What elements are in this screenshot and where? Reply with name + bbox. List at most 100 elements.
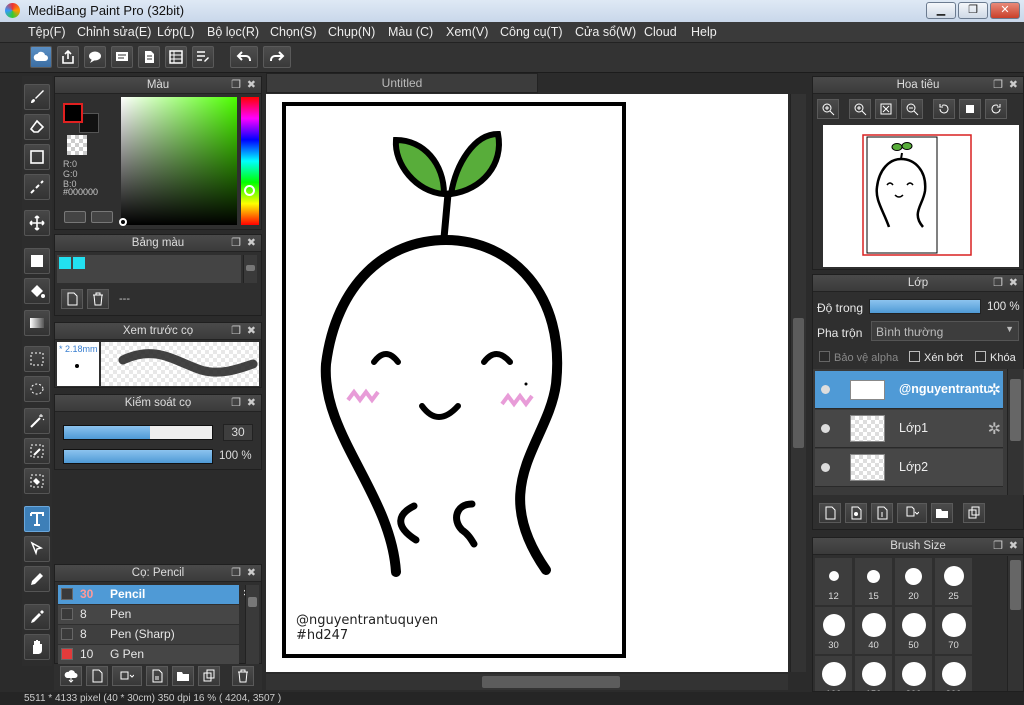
close-icon[interactable]: ✖: [247, 395, 256, 412]
delete-palette-button[interactable]: [87, 289, 109, 309]
divide-tool[interactable]: [24, 566, 50, 592]
zoom-in-alt-button[interactable]: [849, 99, 871, 119]
detach-icon[interactable]: ❐: [231, 77, 241, 94]
delete-brush-button[interactable]: [232, 666, 254, 686]
palette-swatch[interactable]: [59, 257, 71, 269]
layer-item-layer2[interactable]: Lớp2: [815, 449, 1003, 487]
detach-icon[interactable]: ❐: [231, 235, 241, 252]
close-icon[interactable]: ✖: [1009, 538, 1018, 555]
fill-rectangle-tool[interactable]: [24, 248, 50, 274]
detach-icon[interactable]: ❐: [993, 538, 1003, 555]
gear-icon[interactable]: ✲: [988, 380, 1001, 400]
menu-tools[interactable]: Công cụ(T): [500, 25, 563, 39]
brush-size-slider[interactable]: [63, 425, 213, 440]
edit-list-button[interactable]: [192, 46, 214, 68]
brush-size-option[interactable]: 30: [815, 607, 852, 654]
menu-capture[interactable]: Chụp(N): [328, 25, 375, 39]
fit-window-button[interactable]: [875, 99, 897, 119]
protect-alpha-checkbox[interactable]: Bảo vệ alpha: [819, 351, 898, 364]
brush-size-option[interactable]: 12: [815, 558, 852, 605]
layer-opacity-slider[interactable]: [869, 299, 981, 314]
zoom-in-button[interactable]: [817, 99, 839, 119]
brush-size-option[interactable]: 25: [935, 558, 972, 605]
palette-swatch[interactable]: [73, 257, 85, 269]
scrollbar-thumb[interactable]: [482, 676, 620, 688]
close-icon[interactable]: ✖: [247, 235, 256, 252]
foreground-color-swatch[interactable]: [63, 103, 83, 123]
hand-tool[interactable]: [24, 634, 50, 660]
new-layer-button[interactable]: [819, 503, 841, 523]
canvas-horizontal-scrollbar[interactable]: [266, 674, 788, 690]
brush-size-option[interactable]: 15: [855, 558, 892, 605]
brush-size-option[interactable]: 40: [855, 607, 892, 654]
redo-button[interactable]: [263, 46, 291, 68]
new-brush-button[interactable]: [86, 666, 108, 686]
restore-button[interactable]: ❐: [958, 2, 988, 19]
brush-size-value[interactable]: 30: [223, 424, 253, 441]
menu-help[interactable]: Help: [691, 25, 717, 39]
brush-settings-button[interactable]: [146, 666, 168, 686]
hue-cursor[interactable]: [244, 185, 255, 196]
clipping-checkbox[interactable]: Xén bớt: [909, 351, 963, 364]
transparent-color-swatch[interactable]: [67, 135, 87, 155]
shape-tool[interactable]: [24, 144, 50, 170]
menu-layer[interactable]: Lớp(L): [157, 25, 194, 39]
eye-icon[interactable]: [821, 385, 830, 394]
document-button[interactable]: [138, 46, 160, 68]
brush-size-option[interactable]: 50: [895, 607, 932, 654]
brush-item-pencil[interactable]: 30 Pencil ✲: [58, 585, 253, 604]
text-tool[interactable]: [24, 506, 50, 532]
detach-icon[interactable]: ❐: [993, 275, 1003, 292]
reset-view-button[interactable]: [959, 99, 981, 119]
menu-edit[interactable]: Chỉnh sửa(E): [77, 25, 151, 39]
layer-item-layer1[interactable]: Lớp1 ✲: [815, 410, 1003, 448]
menu-filter[interactable]: Bộ lọc(R): [207, 25, 259, 39]
hue-bar[interactable]: [241, 97, 259, 225]
gear-icon[interactable]: ✲: [988, 419, 1001, 439]
eye-icon[interactable]: [821, 424, 830, 433]
duplicate-brush-button[interactable]: [198, 666, 220, 686]
close-icon[interactable]: ✖: [1009, 77, 1018, 94]
palette-scrollbar[interactable]: [243, 255, 257, 283]
brush-size-option[interactable]: 200: [895, 656, 932, 691]
operation-tool[interactable]: [24, 536, 50, 562]
color-cursor[interactable]: [119, 218, 127, 226]
add-layer-dropdown[interactable]: [897, 503, 927, 523]
detach-icon[interactable]: ❐: [231, 565, 241, 582]
close-icon[interactable]: ✖: [247, 323, 256, 340]
select-eraser-tool[interactable]: [24, 468, 50, 494]
cloud-brush-button[interactable]: [60, 666, 82, 686]
gradient-tool[interactable]: [24, 310, 50, 336]
message-button[interactable]: [111, 46, 133, 68]
brush-size-scrollbar[interactable]: [1007, 556, 1023, 691]
layer-item-text[interactable]: @nguyentrantuquyen ✲: [815, 371, 1003, 409]
menu-select[interactable]: Chọn(S): [270, 25, 317, 39]
brush-size-option[interactable]: 300: [935, 656, 972, 691]
menu-color[interactable]: Màu (C): [388, 25, 433, 39]
blend-mode-select[interactable]: Bình thường ▼: [871, 321, 1019, 341]
navigator-thumbnail[interactable]: [823, 125, 1019, 267]
saturation-value-field[interactable]: [121, 97, 237, 225]
eye-icon[interactable]: [821, 463, 830, 472]
color-mode-button[interactable]: [64, 211, 86, 223]
comment-button[interactable]: [84, 46, 106, 68]
detach-icon[interactable]: ❐: [993, 77, 1003, 94]
document-tab[interactable]: Untitled: [266, 73, 538, 93]
color-picker-button[interactable]: [91, 211, 113, 223]
detach-icon[interactable]: ❐: [231, 323, 241, 340]
menu-view[interactable]: Xem(V): [446, 25, 488, 39]
menu-window[interactable]: Cửa sổ(W): [575, 25, 636, 39]
layer-list-scrollbar[interactable]: [1007, 369, 1023, 495]
rotate-left-button[interactable]: [933, 99, 955, 119]
brush-opacity-slider[interactable]: [63, 449, 213, 464]
brush-item-g-pen[interactable]: 10 G Pen: [58, 645, 239, 664]
brush-item-pen-sharp[interactable]: 8 Pen (Sharp): [58, 625, 239, 644]
select-tool[interactable]: [24, 346, 50, 372]
brush-type-dropdown[interactable]: [112, 666, 142, 686]
layer-folder-button[interactable]: [931, 503, 953, 523]
move-tool[interactable]: [24, 210, 50, 236]
close-icon[interactable]: ✖: [1009, 275, 1018, 292]
brush-list-scrollbar[interactable]: [245, 585, 259, 665]
brush-folder-button[interactable]: [172, 666, 194, 686]
brush-item-pen[interactable]: 8 Pen: [58, 605, 239, 624]
